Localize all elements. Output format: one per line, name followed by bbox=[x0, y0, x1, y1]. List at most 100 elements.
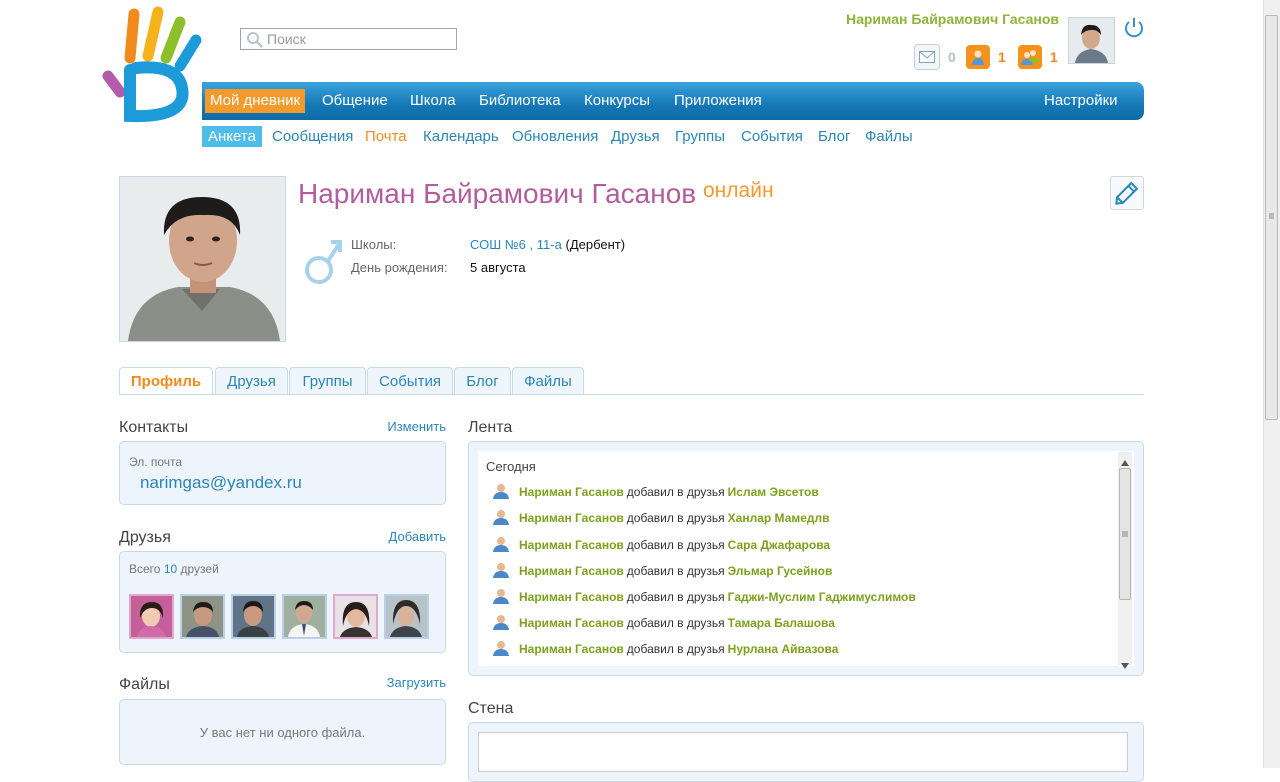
user-icon bbox=[492, 509, 510, 528]
friend-thumb[interactable] bbox=[180, 594, 225, 639]
group-invite-icon bbox=[1018, 45, 1042, 69]
feed-scrollbar-thumb[interactable] bbox=[1119, 468, 1131, 600]
feed-target-link[interactable]: Ханлар Мамедлв bbox=[728, 511, 830, 525]
tab-blog[interactable]: Блог bbox=[454, 367, 511, 394]
nav-contests[interactable]: Конкурсы bbox=[579, 89, 655, 113]
feed-target-link[interactable]: Сара Джафарова bbox=[728, 538, 830, 552]
scroll-up-arrow-icon[interactable] bbox=[1121, 454, 1129, 469]
feed-user-link[interactable]: Нариман Гасанов bbox=[519, 538, 624, 552]
page-scrollbar-thumb[interactable] bbox=[1265, 15, 1278, 420]
feed-action: добавил в друзья bbox=[626, 642, 725, 656]
mail-icon bbox=[914, 44, 940, 70]
group-invite-counter[interactable]: 1 bbox=[1018, 44, 1058, 70]
edit-profile-button[interactable] bbox=[1110, 176, 1144, 210]
site-logo[interactable] bbox=[100, 6, 212, 124]
feed-item: Нариман Гасанов добавил в друзья Ханлар … bbox=[492, 508, 830, 528]
nav-library[interactable]: Библиотека bbox=[474, 89, 566, 113]
tab-groups[interactable]: Группы bbox=[289, 367, 366, 394]
friend-thumb[interactable] bbox=[231, 594, 276, 639]
subnav-mail[interactable]: Почта bbox=[359, 126, 413, 147]
nav-school[interactable]: Школа bbox=[405, 89, 461, 113]
feed-action: добавил в друзья bbox=[626, 616, 725, 630]
subnav-files[interactable]: Файлы bbox=[859, 126, 919, 147]
logout-power-icon[interactable] bbox=[1124, 16, 1144, 38]
profile-full-name: Нариман Байрамович Гасанов bbox=[298, 178, 697, 209]
subnav-messages[interactable]: Сообщения bbox=[266, 126, 359, 147]
feed-target-link[interactable]: Нурлана Айвазова bbox=[728, 642, 839, 656]
friends-add-link[interactable]: Добавить bbox=[346, 529, 446, 544]
friends-total-count[interactable]: 10 bbox=[164, 562, 177, 576]
birthday-value: 5 августа bbox=[470, 260, 526, 275]
pencil-icon bbox=[1111, 181, 1143, 212]
friend-thumb[interactable] bbox=[384, 594, 429, 639]
files-panel: У вас нет ни одного файла. bbox=[119, 699, 446, 765]
subnav-groups[interactable]: Группы bbox=[669, 126, 731, 147]
feed-user-link[interactable]: Нариман Гасанов bbox=[519, 616, 624, 630]
feed-target-link[interactable]: Гаджи-Муслим Гаджимуслимов bbox=[728, 590, 916, 604]
user-icon bbox=[492, 562, 510, 581]
friends-total-prefix: Всего bbox=[129, 562, 161, 576]
user-icon bbox=[492, 536, 510, 555]
class-link[interactable]: 11-а bbox=[537, 237, 562, 252]
feed-user-link[interactable]: Нариман Гасанов bbox=[519, 511, 624, 525]
profile-photo[interactable] bbox=[119, 176, 286, 342]
feed-target-link[interactable]: Тамара Балашова bbox=[728, 616, 835, 630]
nav-my-diary[interactable]: Мой дневник bbox=[205, 89, 306, 113]
nav-communication[interactable]: Общение bbox=[317, 89, 393, 113]
tab-profile[interactable]: Профиль bbox=[119, 367, 213, 395]
friends-panel: Всего 10 друзей bbox=[119, 551, 446, 653]
feed-target-link[interactable]: Эльмар Гусейнов bbox=[728, 564, 833, 578]
friends-total-suffix: друзей bbox=[180, 562, 219, 576]
friend-thumb[interactable] bbox=[129, 594, 174, 639]
friends-total: Всего 10 друзей bbox=[129, 562, 219, 576]
feed-user-link[interactable]: Нариман Гасанов bbox=[519, 642, 624, 656]
contacts-edit-link[interactable]: Изменить bbox=[346, 419, 446, 434]
email-label: Эл. почта bbox=[129, 455, 183, 469]
feed-list[interactable]: Сегодня Нариман Гасанов добавил в друзья… bbox=[478, 451, 1134, 666]
email-link[interactable]: narimgas@yandex.ru bbox=[140, 473, 302, 493]
group-invite-count: 1 bbox=[1050, 49, 1058, 65]
mail-counter[interactable]: 0 bbox=[914, 44, 956, 70]
friend-thumb[interactable] bbox=[333, 594, 378, 639]
male-gender-icon bbox=[303, 232, 343, 291]
tabs-divider bbox=[119, 394, 1144, 395]
feed-target-link[interactable]: Ислам Эвсетов bbox=[728, 485, 819, 499]
header-avatar[interactable] bbox=[1068, 17, 1115, 64]
tab-events[interactable]: События bbox=[367, 367, 453, 394]
main-nav: Мой дневник Общение Школа Библиотека Кон… bbox=[202, 82, 1144, 120]
feed-action: добавил в друзья bbox=[626, 511, 725, 525]
subnav-updates[interactable]: Обновления bbox=[506, 126, 604, 147]
subnav-friends[interactable]: Друзья bbox=[605, 126, 666, 147]
subnav-calendar[interactable]: Календарь bbox=[417, 126, 505, 147]
feed-action: добавил в друзья bbox=[626, 564, 725, 578]
files-empty-text: У вас нет ни одного файла. bbox=[199, 725, 366, 740]
friend-thumb[interactable] bbox=[282, 594, 327, 639]
feed-item: Нариман Гасанов добавил в друзья Гаджи-М… bbox=[492, 587, 916, 607]
feed-user-link[interactable]: Нариман Гасанов bbox=[519, 590, 624, 604]
header-user-name[interactable]: Нариман Байрамович Гасанов bbox=[846, 11, 1059, 27]
wall-input[interactable] bbox=[478, 732, 1128, 772]
schools-label: Школы: bbox=[351, 237, 397, 252]
subnav-events[interactable]: События bbox=[735, 126, 809, 147]
files-title: Файлы bbox=[119, 676, 170, 693]
friend-request-icon bbox=[966, 45, 990, 69]
school-separator: , bbox=[529, 237, 534, 252]
school-link[interactable]: СОШ №6 bbox=[470, 237, 526, 252]
nav-apps[interactable]: Приложения bbox=[669, 89, 767, 113]
files-upload-link[interactable]: Загрузить bbox=[346, 675, 446, 690]
user-icon bbox=[492, 588, 510, 607]
search-box[interactable] bbox=[240, 28, 457, 50]
feed-user-link[interactable]: Нариман Гасанов bbox=[519, 485, 624, 499]
subnav-blog[interactable]: Блог bbox=[812, 126, 856, 147]
school-city: (Дербент) bbox=[565, 237, 626, 252]
tab-friends[interactable]: Друзья bbox=[215, 367, 288, 394]
tab-files[interactable]: Файлы bbox=[512, 367, 584, 394]
nav-settings[interactable]: Настройки bbox=[1039, 89, 1123, 113]
subnav-profile[interactable]: Анкета bbox=[202, 126, 262, 147]
friend-request-counter[interactable]: 1 bbox=[966, 44, 1006, 70]
mail-count: 0 bbox=[948, 49, 956, 65]
scroll-down-arrow-icon[interactable] bbox=[1121, 657, 1129, 672]
feed-action: добавил в друзья bbox=[626, 538, 725, 552]
search-input[interactable] bbox=[267, 31, 452, 47]
feed-user-link[interactable]: Нариман Гасанов bbox=[519, 564, 624, 578]
